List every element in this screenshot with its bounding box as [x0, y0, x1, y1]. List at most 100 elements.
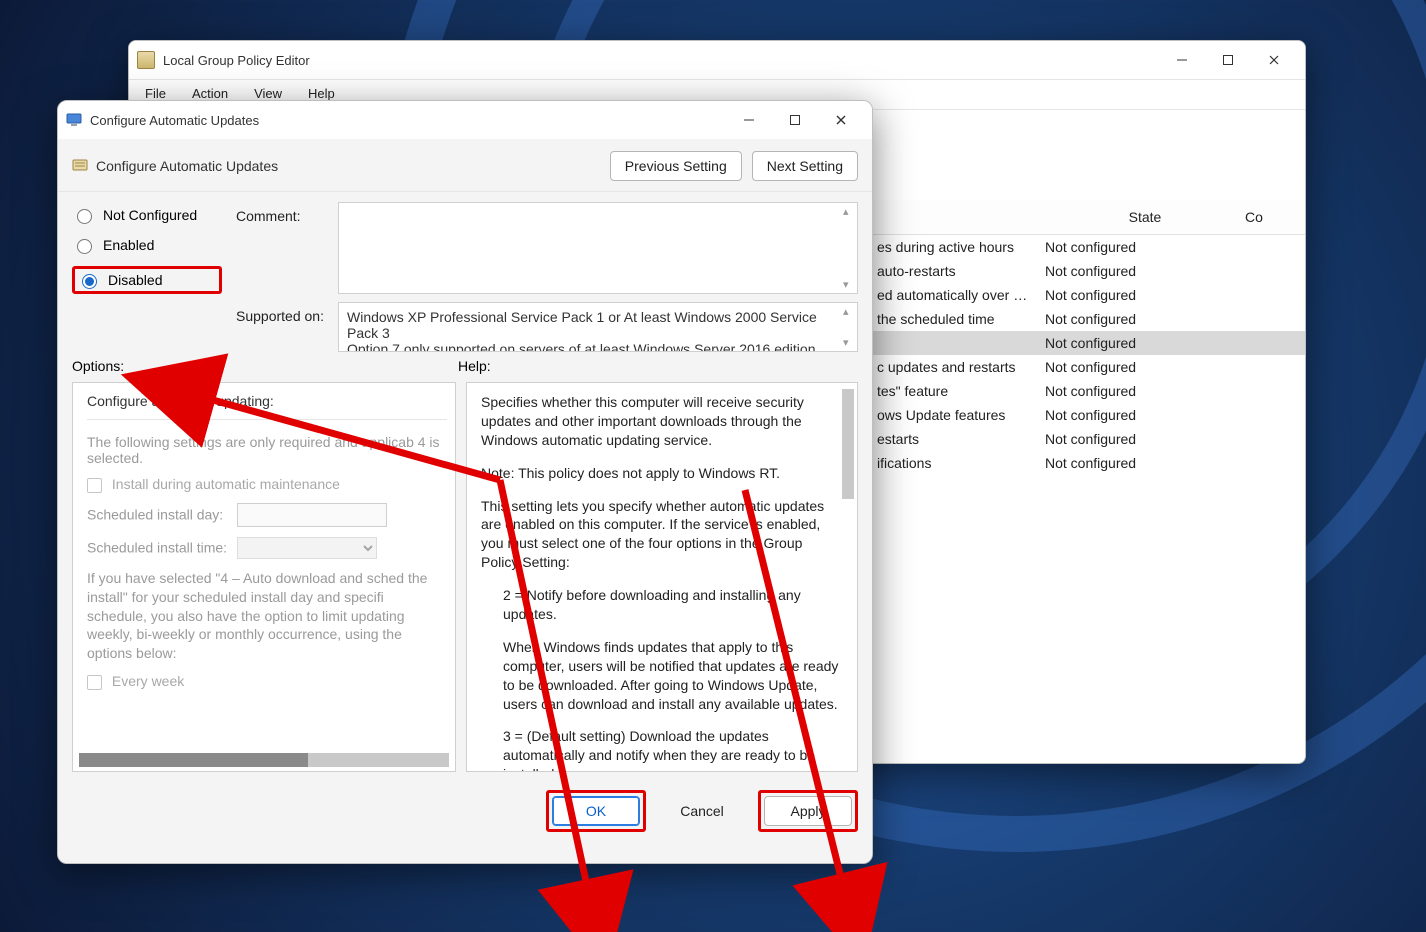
dialog-minimize-button[interactable] [726, 101, 772, 139]
apply-button[interactable]: Apply [764, 796, 852, 826]
comment-label: Comment: [236, 202, 326, 224]
help-panel[interactable]: Specifies whether this computer will rec… [466, 382, 858, 772]
gp-minimize-button[interactable] [1159, 41, 1205, 79]
gp-setting-name: ows Update features [869, 407, 1037, 423]
dialog-close-button[interactable] [818, 101, 864, 139]
dialog-header-title: Configure Automatic Updates [96, 158, 278, 174]
help-p6: 3 = (Default setting) Download the updat… [481, 727, 843, 772]
gp-setting-name: ed automatically over metered... [869, 287, 1037, 303]
gp-maximize-button[interactable] [1205, 41, 1251, 79]
options-note: The following settings are only required… [87, 434, 447, 466]
state-radio-group: Not Configured Enabled Disabled [72, 202, 222, 352]
gp-setting-row[interactable]: estartsNot configured [869, 427, 1305, 451]
radio-disabled-input[interactable] [82, 274, 97, 289]
scroll-down-icon[interactable]: ▾ [843, 336, 855, 349]
scheduled-install-day-row: Scheduled install day: [87, 503, 447, 527]
radio-not-configured[interactable]: Not Configured [72, 206, 222, 224]
gp-col-state[interactable]: State [1045, 209, 1245, 225]
gp-title-text: Local Group Policy Editor [163, 53, 310, 68]
dialog-maximize-button[interactable] [772, 101, 818, 139]
radio-disabled[interactable]: Disabled [77, 271, 215, 289]
policy-header-icon [72, 158, 88, 174]
comment-textarea[interactable]: ▴▾ [338, 202, 858, 294]
options-label: Options: [72, 358, 438, 374]
cancel-button[interactable]: Cancel [658, 790, 746, 832]
supported-on-box: Windows XP Professional Service Pack 1 o… [338, 302, 858, 352]
every-week-checkbox [87, 675, 102, 690]
sched-time-select [237, 537, 377, 559]
configure-updates-dialog: Configure Automatic Updates Configure Au… [57, 100, 873, 864]
gp-setting-row[interactable]: c updates and restartsNot configured [869, 355, 1305, 379]
gp-titlebar[interactable]: Local Group Policy Editor [129, 41, 1305, 80]
gp-setting-row[interactable]: the scheduled timeNot configured [869, 307, 1305, 331]
help-p1: Specifies whether this computer will rec… [481, 393, 843, 450]
comment-value [339, 203, 857, 215]
options-para4: If you have selected "4 – Auto download … [87, 569, 447, 663]
gp-setting-state: Not configured [1037, 407, 1245, 423]
gp-app-icon [137, 51, 155, 69]
gp-setting-name: ifications [869, 455, 1037, 471]
radio-not-configured-label: Not Configured [103, 207, 197, 223]
options-panel: Configure automatic updating: The follow… [72, 382, 456, 772]
gp-setting-row[interactable]: es during active hoursNot configured [869, 235, 1305, 259]
dialog-button-bar: OK Cancel Apply [58, 772, 872, 848]
gp-setting-state: Not configured [1037, 239, 1245, 255]
gp-setting-state: Not configured [1037, 455, 1245, 471]
help-p3: This setting lets you specify whether au… [481, 497, 843, 573]
gp-setting-row[interactable]: auto-restartsNot configured [869, 259, 1305, 283]
radio-disabled-highlight: Disabled [72, 266, 222, 294]
gp-setting-state: Not configured [1037, 431, 1245, 447]
sched-day-label: Scheduled install day: [87, 506, 223, 522]
gp-setting-state: Not configured [1037, 335, 1245, 351]
radio-not-configured-input[interactable] [77, 209, 92, 224]
options-horizontal-scrollbar[interactable] [79, 753, 449, 767]
scheduled-install-time-row: Scheduled install time: [87, 537, 447, 559]
gp-col-co[interactable]: Co [1245, 209, 1305, 225]
scroll-up-icon[interactable]: ▴ [843, 205, 855, 218]
ok-button[interactable]: OK [552, 796, 640, 826]
gp-setting-name: estarts [869, 431, 1037, 447]
dialog-title-text: Configure Automatic Updates [90, 113, 259, 128]
help-p2: Note: This policy does not apply to Wind… [481, 464, 843, 483]
gp-setting-name: es during active hours [869, 239, 1037, 255]
gp-setting-state: Not configured [1037, 359, 1245, 375]
help-p5: When Windows finds updates that apply to… [481, 638, 843, 714]
gp-setting-row[interactable]: ows Update featuresNot configured [869, 403, 1305, 427]
gp-setting-name: auto-restarts [869, 263, 1037, 279]
gp-close-button[interactable] [1251, 41, 1297, 79]
radio-enabled[interactable]: Enabled [72, 236, 222, 254]
radio-enabled-label: Enabled [103, 237, 154, 253]
gp-setting-name: the scheduled time [869, 311, 1037, 327]
gp-setting-row[interactable]: ed automatically over metered...Not conf… [869, 283, 1305, 307]
supported-on-text: Windows XP Professional Service Pack 1 o… [339, 303, 857, 352]
scroll-down-icon[interactable]: ▾ [843, 278, 855, 291]
gp-setting-row[interactable]: tes" featureNot configured [869, 379, 1305, 403]
gp-setting-row[interactable]: ificationsNot configured [869, 451, 1305, 475]
every-week-row: Every week [87, 673, 447, 690]
help-label: Help: [452, 358, 858, 374]
help-vertical-scrollbar[interactable] [842, 389, 854, 499]
next-setting-button[interactable]: Next Setting [752, 151, 858, 181]
supported-on-label: Supported on: [236, 302, 326, 324]
sched-time-label: Scheduled install time: [87, 539, 227, 555]
radio-enabled-input[interactable] [77, 239, 92, 254]
install-during-maintenance: Install during automatic maintenance [87, 476, 447, 493]
dialog-header: Configure Automatic Updates Previous Set… [58, 139, 872, 192]
gp-setting-name: c updates and restarts [869, 359, 1037, 375]
options-scroll-thumb[interactable] [79, 753, 308, 767]
policy-icon [66, 112, 82, 128]
gp-setting-state: Not configured [1037, 383, 1245, 399]
radio-disabled-label: Disabled [108, 272, 162, 288]
gp-setting-name: tes" feature [869, 383, 1037, 399]
apply-highlight: Apply [758, 790, 858, 832]
dialog-titlebar[interactable]: Configure Automatic Updates [58, 101, 872, 139]
gp-setting-state: Not configured [1037, 311, 1245, 327]
gp-setting-state: Not configured [1037, 287, 1245, 303]
help-p4: 2 = Notify before downloading and instal… [481, 586, 843, 624]
gp-setting-row[interactable]: Not configured [869, 331, 1305, 355]
scroll-up-icon[interactable]: ▴ [843, 305, 855, 318]
options-heading: Configure automatic updating: [87, 393, 447, 409]
install-maint-checkbox [87, 478, 102, 493]
previous-setting-button[interactable]: Previous Setting [610, 151, 742, 181]
sched-day-input [237, 503, 387, 527]
